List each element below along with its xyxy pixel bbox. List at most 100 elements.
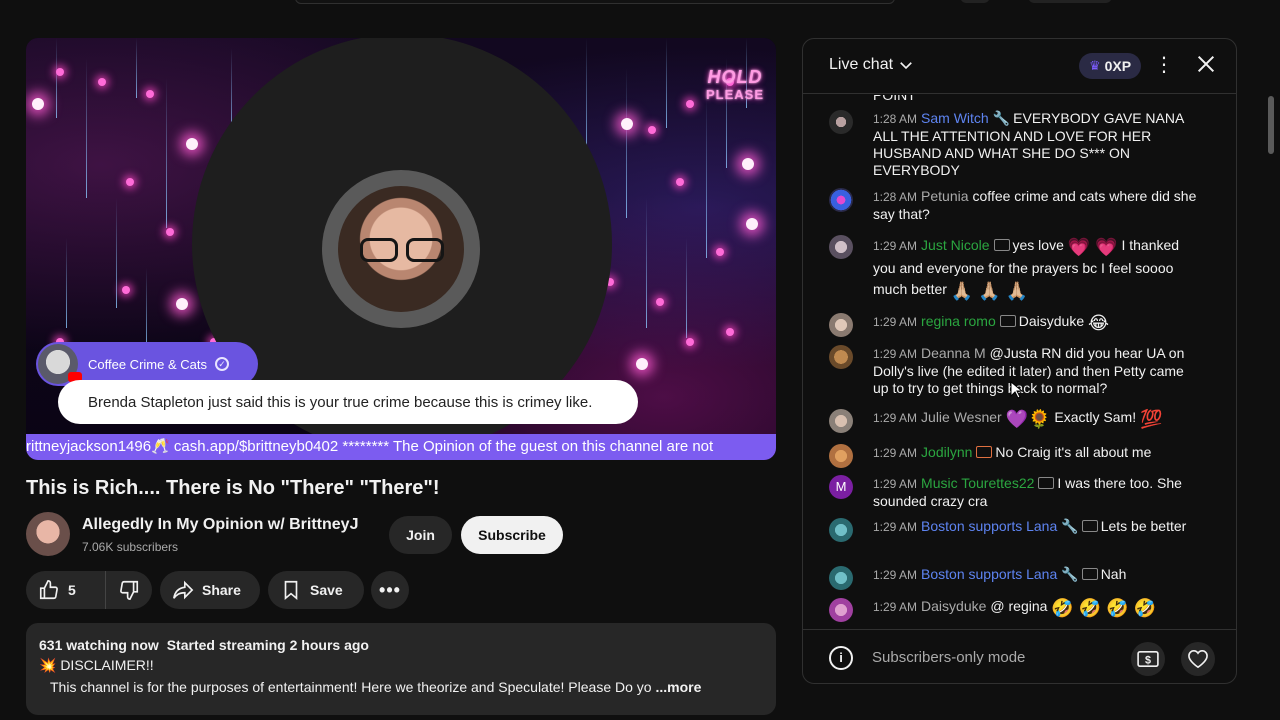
join-button[interactable]: Join <box>389 516 452 554</box>
wrench-icon: 🔧 <box>992 110 1011 126</box>
search-bar[interactable] <box>295 0 895 4</box>
emoji: 😂 <box>1088 313 1110 333</box>
message-author[interactable]: regina romo <box>921 313 996 329</box>
sparkle <box>146 90 154 98</box>
page-scrollbar[interactable] <box>1268 96 1274 154</box>
subscribe-button[interactable]: Subscribe <box>461 516 563 554</box>
like-count: 5 <box>68 582 76 598</box>
light-streak <box>666 38 667 128</box>
more-icon: ••• <box>379 579 401 600</box>
message-author[interactable]: Petunia <box>921 188 968 204</box>
hold-line2: PLEASE <box>705 87 764 102</box>
sparkle <box>742 158 754 170</box>
emoji: 💯 <box>1140 409 1163 429</box>
avatar[interactable] <box>829 566 853 590</box>
message-author[interactable]: Deanna M <box>921 345 986 361</box>
message-author[interactable]: Boston supports Lana <box>921 518 1057 534</box>
show-more-link[interactable]: ...more <box>655 679 701 695</box>
avatar[interactable] <box>829 518 853 542</box>
save-icon <box>284 580 298 601</box>
sparkle <box>186 138 198 150</box>
message-time: 1:29 AM <box>873 315 918 329</box>
close-icon[interactable] <box>1195 53 1217 75</box>
description-meta: 631 watching now Started streaming 2 hou… <box>39 637 763 653</box>
message-time: 1:29 AM <box>873 411 918 425</box>
chat-message: 1:29 AM Jodilynn No Craig it's all about m… <box>829 444 1199 468</box>
message-time: 1:29 AM <box>873 347 918 361</box>
chat-mode-dropdown[interactable]: Live chat <box>829 56 915 74</box>
avatar[interactable] <box>829 444 853 468</box>
light-streak <box>86 58 87 198</box>
message-time: 1:29 AM <box>873 600 918 614</box>
message-text: @ regina <box>990 598 1048 614</box>
stream-started: Started streaming 2 hours ago <box>166 637 369 653</box>
sparkle <box>176 298 188 310</box>
more-actions-button[interactable]: ••• <box>371 571 409 609</box>
sparkle <box>686 338 694 346</box>
save-button[interactable]: Save <box>268 571 364 609</box>
message-text: yes love <box>1012 237 1064 253</box>
light-streak <box>116 198 117 308</box>
info-icon[interactable]: i <box>829 646 853 670</box>
description-box[interactable]: 631 watching now Started streaming 2 hou… <box>26 623 776 715</box>
message-author[interactable]: Julie Wesner <box>921 409 1002 425</box>
avatar[interactable] <box>829 235 853 259</box>
header-button[interactable] <box>1028 0 1112 3</box>
message-author[interactable]: Sam Witch <box>921 110 989 126</box>
like-icon <box>39 580 58 600</box>
avatar[interactable] <box>829 598 853 622</box>
header-icon[interactable] <box>960 0 990 3</box>
kebab-icon[interactable]: ⋮ <box>1154 55 1174 75</box>
description-line: This channel is for the purposes of ente… <box>39 679 763 695</box>
share-button[interactable]: Share <box>160 571 260 609</box>
member-badge-icon <box>976 446 993 458</box>
avatar[interactable] <box>829 409 853 433</box>
avatar[interactable] <box>829 188 853 212</box>
hold-please-logo: HOLD PLEASE <box>706 68 764 104</box>
chat-message: 1:29 AM Boston supports Lana 🔧 Nah <box>829 566 1199 590</box>
light-streak <box>66 238 67 328</box>
message-author[interactable]: Boston supports Lana <box>921 566 1057 582</box>
message-text: @Justa RN did you hear UA on Dolly's liv… <box>873 345 1185 396</box>
message-author[interactable]: Just Nicole <box>921 237 989 253</box>
watching-count: 631 watching now <box>39 637 159 653</box>
message-time: 1:28 AM <box>873 190 918 204</box>
chat-message: 1:28 AM Sam Witch 🔧 EVERYBODY GAVE NANA ALL… <box>829 110 1199 179</box>
channel-name[interactable]: Allegedly In My Opinion w/ BrittneyJ <box>82 516 358 534</box>
sparkle <box>98 78 106 86</box>
wrench-icon: 🔧 <box>1061 566 1079 582</box>
channel-avatar[interactable] <box>26 512 70 556</box>
avatar[interactable] <box>829 345 853 369</box>
chat-footer: i Subscribers-only mode $ <box>803 629 1236 683</box>
emoji: 🙏🏼 🙏🏼 🙏🏼 <box>950 281 1029 301</box>
save-label: Save <box>310 582 343 598</box>
heart-reaction-button[interactable] <box>1181 642 1215 676</box>
avatar[interactable]: M <box>829 475 853 499</box>
like-dislike-group: 5 <box>26 571 152 609</box>
xp-badge[interactable]: ♛ 0XP <box>1079 53 1141 79</box>
sparkle <box>166 228 174 236</box>
video-player[interactable]: HOLD PLEASE Coffee Crime & Cats ✓ Brenda… <box>26 38 776 460</box>
message-author[interactable]: Music Tourettes22 <box>921 475 1034 491</box>
avatar[interactable] <box>829 110 853 134</box>
wrench-icon: 🔧 <box>1061 518 1079 534</box>
chat-message: 1:29 AM Boston supports Lana 🔧 Lets be bett… <box>829 518 1199 542</box>
chat-message: 1:29 AM regina romo Daisyduke 😂 <box>829 313 1199 337</box>
sparkle <box>676 178 684 186</box>
like-button[interactable]: 5 <box>26 571 106 609</box>
super-chat-button[interactable]: $ <box>1131 642 1165 676</box>
message-time: 1:29 AM <box>873 239 918 253</box>
chevron-down-icon <box>900 62 912 70</box>
chat-message: M 1:29 AM Music Tourettes22 I was there to… <box>829 475 1199 510</box>
message-time: 1:29 AM <box>873 446 918 460</box>
guest-avatar <box>38 344 82 384</box>
video-title: This is Rich.... There is No "There" "Th… <box>26 477 440 499</box>
avatar[interactable] <box>829 313 853 337</box>
dislike-button[interactable] <box>106 571 152 609</box>
member-badge-icon <box>1081 520 1098 532</box>
message-text: No Craig it's all about me <box>995 444 1152 460</box>
sparkle <box>726 328 734 336</box>
message-author[interactable]: Daisyduke <box>921 598 986 614</box>
description-line: 💥 DISCLAIMER!! <box>39 657 154 673</box>
message-author[interactable]: Jodilynn <box>921 444 972 460</box>
